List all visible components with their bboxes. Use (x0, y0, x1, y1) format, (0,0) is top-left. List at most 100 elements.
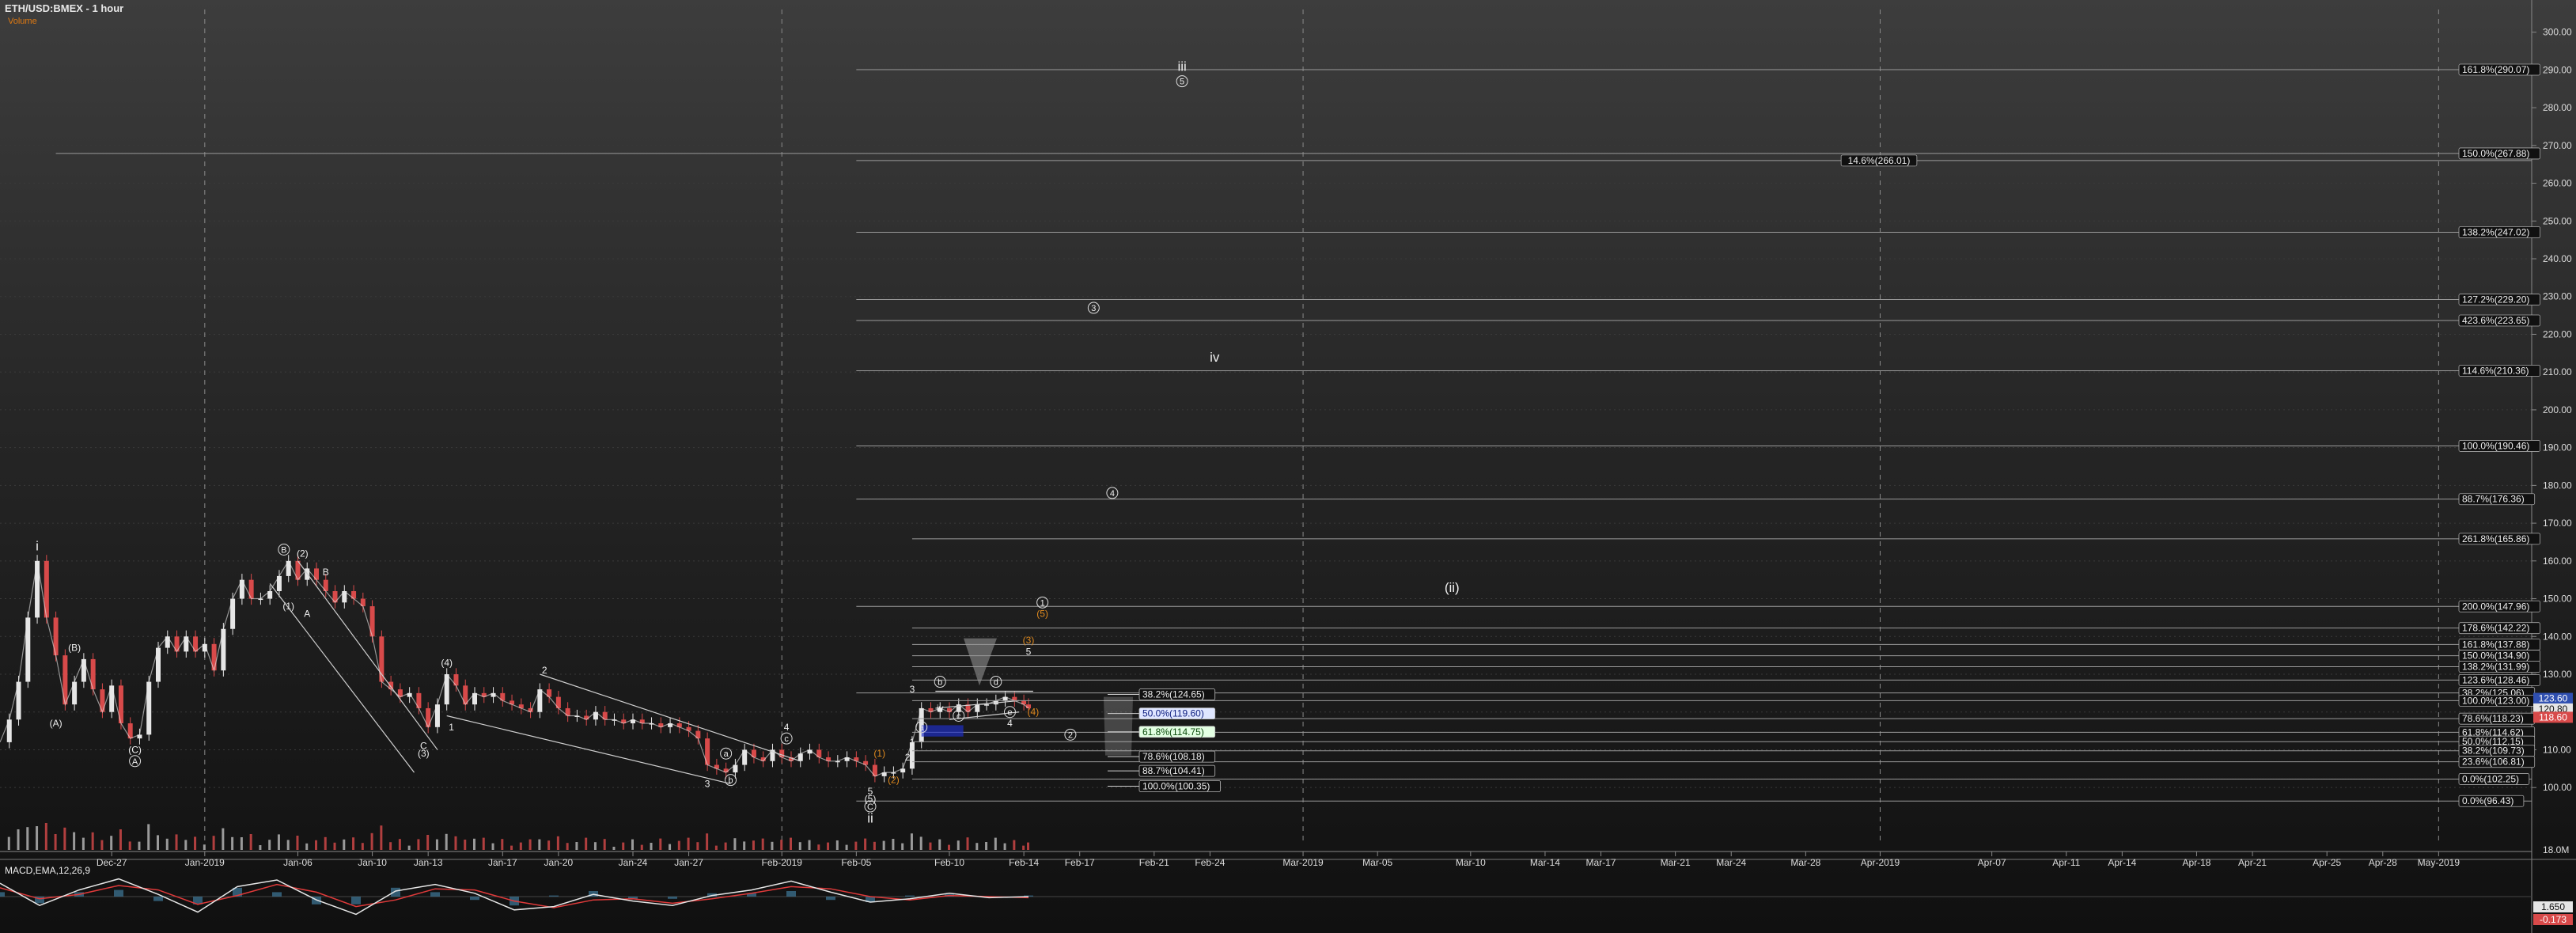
x-axis-tick-label: Apr-07 (1978, 857, 2006, 868)
wave-label: d (994, 678, 998, 688)
fib-level-label: 200.0%(147.96) (2462, 601, 2529, 612)
macd-histogram-bar (826, 897, 835, 901)
price-chart-svg[interactable]: 100.00110.00120.00130.00140.00150.00160.… (0, 0, 2576, 933)
volume-bar (249, 834, 252, 850)
wave-label: (C) (128, 744, 142, 755)
x-axis-tick-label: Mar-14 (1530, 857, 1560, 868)
volume-bar (938, 839, 941, 850)
volume-bar (324, 836, 327, 850)
volume-bar (975, 843, 979, 850)
volume-bar (212, 836, 215, 850)
x-axis-tick-label: Jan-17 (488, 857, 517, 868)
volume-bar (585, 837, 588, 850)
volume-bar (473, 838, 475, 850)
volume-bar (73, 832, 76, 850)
volume-bar (827, 842, 830, 850)
macd-axis-label: 1.650 (2541, 901, 2565, 912)
macd-histogram-bar (549, 895, 559, 897)
volume-bar (1003, 843, 1006, 850)
fib-level-label: 114.6%(210.36) (2462, 365, 2529, 376)
y-axis-tick-label: 260.00 (2543, 178, 2572, 189)
x-axis-tick-label: Feb-17 (1065, 857, 1095, 868)
fib-level-label: 14.6%(266.01) (1848, 155, 1911, 166)
volume-bar (919, 836, 922, 850)
y-axis-tick-label: 140.00 (2543, 631, 2572, 642)
fib-level-label: 78.6%(118.23) (2462, 713, 2524, 724)
volume-bar (910, 833, 913, 850)
volume-bar (724, 842, 727, 850)
wave-label-roman: i (36, 539, 39, 554)
volume-bar (268, 840, 271, 850)
fib-level-label: 123.6%(128.46) (2462, 674, 2529, 685)
macd-histogram-bar (470, 897, 479, 901)
macd-histogram-bar (0, 892, 5, 897)
macd-histogram-bar (786, 891, 796, 897)
volume-bar (957, 840, 960, 850)
macd-title: MACD,EMA,12,26,9 (5, 865, 90, 876)
macd-axis-label: -0.173 (2540, 914, 2567, 925)
volume-bar (222, 828, 225, 850)
volume-bar (36, 826, 39, 850)
volume-bar (147, 824, 150, 850)
volume-bar (464, 840, 467, 850)
volume-bar (669, 844, 672, 850)
x-axis-tick-label: Mar-28 (1790, 857, 1820, 868)
x-axis-tick-label: Jan-10 (358, 857, 387, 868)
x-axis-tick-label: Feb-2019 (762, 857, 803, 868)
wave-label: iv (937, 703, 944, 714)
x-axis-tick-label: Mar-17 (1586, 857, 1616, 868)
wave-label: (A) (50, 718, 63, 729)
volume-bar (808, 840, 811, 850)
volume-bar (696, 842, 699, 850)
x-axis-tick-label: Mar-10 (1456, 857, 1486, 868)
volume-bar (547, 840, 551, 850)
volume-bar (165, 838, 169, 850)
wave-label: (1) (282, 601, 294, 612)
chart-canvas[interactable]: ETH/USD:BMEX - 1 hour Volume 100.00 110.0… (0, 0, 2576, 933)
volume-bar (752, 840, 755, 850)
fib-level-label: 150.0%(134.90) (2462, 650, 2529, 662)
macd-histogram-bar (351, 897, 361, 905)
volume-bar (733, 838, 737, 850)
volume-bar (612, 847, 616, 850)
volume-bar (817, 844, 820, 850)
volume-bar (296, 836, 299, 850)
volume-bar (845, 844, 848, 850)
volume-bar (491, 843, 494, 850)
y-axis-tick-label: 130.00 (2543, 669, 2572, 680)
x-axis-tick-label: Jan-13 (414, 857, 443, 868)
wave-label: B (323, 567, 329, 578)
wave-label: (4) (441, 658, 453, 669)
volume-bar (389, 842, 392, 850)
volume-bar (501, 839, 504, 850)
wave-label: 2 (542, 665, 547, 676)
macd-histogram-bar (905, 895, 915, 897)
y-axis-tick-label: 240.00 (2543, 253, 2572, 264)
fib-level-label: 423.6%(223.65) (2462, 315, 2529, 326)
wave-label: b (938, 678, 942, 688)
volume-bar (417, 839, 420, 850)
x-axis-tick-label: Apr-11 (2052, 857, 2080, 868)
macd-histogram-bar (114, 889, 123, 897)
wave-label: e (1007, 708, 1012, 718)
price-line (0, 559, 1029, 777)
x-axis-tick-label: Jan-27 (674, 857, 703, 868)
volume-bar (687, 837, 690, 850)
y-axis-tick-label: 180.00 (2543, 480, 2572, 491)
volume-bar (556, 836, 559, 850)
wave-label: c (784, 734, 789, 744)
volume-bar (26, 827, 29, 850)
x-axis-tick-label: Apr-25 (2313, 857, 2341, 868)
volume-bar (510, 845, 513, 850)
fib-level-label: 127.2%(229.20) (2462, 294, 2529, 305)
y-axis-tick-label: 110.00 (2543, 744, 2571, 755)
volume-bar (119, 829, 122, 850)
fib-level-label: 261.8%(165.86) (2462, 533, 2529, 544)
volume-bar (743, 841, 746, 850)
wave-label-orange: (1) (873, 748, 885, 759)
fib-level-label: 138.2%(247.02) (2462, 226, 2529, 237)
y-axis-tick-label: 170.00 (2543, 518, 2572, 529)
volume-bar (659, 838, 662, 850)
wave-label: 3 (1091, 304, 1096, 313)
fib-level-label: 88.7%(176.36) (2462, 494, 2525, 505)
